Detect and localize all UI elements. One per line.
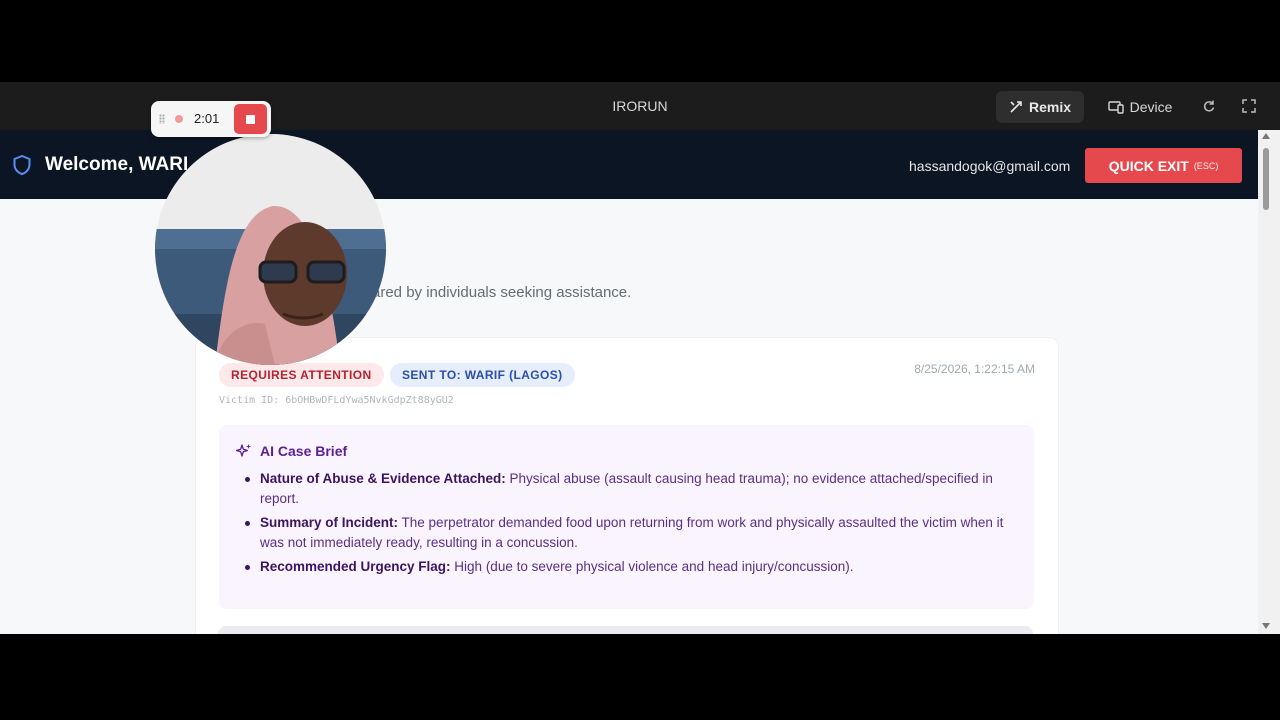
fullscreen-icon[interactable] — [1240, 97, 1258, 115]
brief-item: Nature of Abuse & Evidence Attached: Phy… — [239, 469, 1019, 509]
brief-item-label: Recommended Urgency Flag: — [260, 559, 451, 574]
victim-id: Victim ID: 6bOHBwDFLdYwa5NvkGdpZt88yGU2 — [219, 395, 454, 406]
scroll-thumb[interactable] — [1263, 148, 1269, 210]
refresh-icon[interactable] — [1200, 97, 1218, 115]
remix-icon — [1010, 101, 1022, 113]
device-label: Device — [1129, 99, 1173, 115]
device-icon — [1107, 101, 1124, 114]
scroll-up-arrow[interactable] — [1262, 133, 1270, 139]
recording-widget: 2:01 — [151, 101, 271, 137]
brief-item-label: Summary of Incident: — [260, 515, 399, 530]
brief-item: Recommended Urgency Flag: High (due to s… — [239, 557, 1019, 577]
drag-handle-icon[interactable] — [159, 114, 165, 124]
remix-label: Remix — [1028, 99, 1072, 115]
quick-exit-label: QUICK EXIT — [1108, 157, 1189, 174]
user-email: hassandogok@gmail.com — [909, 158, 1071, 174]
webcam-overlay — [155, 134, 386, 365]
brief-header: AI Case Brief — [236, 443, 347, 459]
webcam-image — [155, 134, 386, 365]
scrollbar[interactable] — [1258, 130, 1280, 634]
remix-button[interactable]: Remix — [996, 91, 1084, 123]
stop-recording-button[interactable] — [234, 104, 267, 134]
sparkles-icon — [236, 444, 251, 457]
report-card[interactable]: REQUIRES ATTENTION SENT TO: WARIF (LAGOS… — [195, 337, 1059, 634]
quick-exit-shortcut: (ESC) — [1193, 160, 1219, 171]
scroll-down-arrow[interactable] — [1262, 623, 1270, 629]
report-timestamp: 8/25/2026, 1:22:15 AM — [914, 362, 1035, 376]
brief-item-label: Nature of Abuse & Evidence Attached: — [260, 471, 506, 486]
brief-title: AI Case Brief — [260, 443, 348, 459]
recording-time: 2:01 — [194, 111, 220, 126]
next-card-preview — [218, 626, 1033, 634]
brief-item-text: High (due to severe physical violence an… — [450, 559, 854, 574]
status-badge: REQUIRES ATTENTION — [219, 363, 384, 387]
welcome-title: Welcome, WARI — [45, 154, 189, 175]
brief-item: Summary of Incident: The perpetrator dem… — [239, 513, 1019, 553]
sent-to-badge: SENT TO: WARIF (LAGOS) — [390, 363, 575, 387]
quick-exit-button[interactable]: QUICK EXIT (ESC) — [1085, 148, 1242, 183]
recording-dot-icon — [175, 115, 183, 123]
ai-case-brief: AI Case Brief Nature of Abuse & Evidence… — [219, 425, 1034, 609]
page-subtitle: ared by individuals seeking assistance. — [372, 284, 632, 301]
device-button[interactable]: Device — [1100, 91, 1180, 123]
brief-list: Nature of Abuse & Evidence Attached: Phy… — [239, 469, 1019, 581]
shield-icon — [13, 155, 31, 175]
